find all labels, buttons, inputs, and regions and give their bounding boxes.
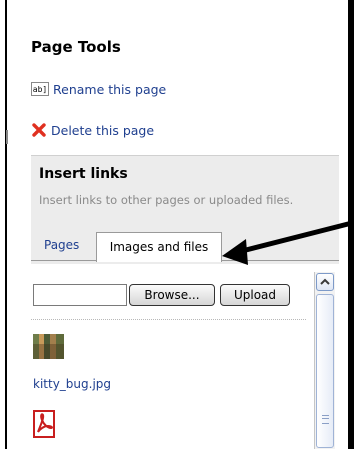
tab-images-and-files[interactable]: Images and files bbox=[96, 232, 222, 262]
right-frame-border bbox=[348, 0, 354, 449]
scroll-up-button[interactable] bbox=[316, 273, 334, 291]
rename-page-label: Rename this page bbox=[53, 81, 167, 97]
left-frame-border bbox=[0, 0, 8, 449]
browse-button[interactable]: Browse... bbox=[129, 284, 215, 306]
page-tools-title: Page Tools bbox=[31, 38, 121, 56]
insert-links-panel: Insert links Insert links to other pages… bbox=[31, 155, 339, 264]
grip-icon bbox=[322, 415, 329, 424]
rename-page-link[interactable]: ab] Rename this page bbox=[31, 80, 166, 98]
frame-tick bbox=[6, 130, 8, 144]
files-separator bbox=[31, 319, 306, 320]
insert-links-title: Insert links bbox=[39, 166, 128, 182]
delete-page-label: Delete this page bbox=[51, 122, 155, 138]
delete-x-icon bbox=[32, 123, 46, 137]
image-thumbnail[interactable] bbox=[33, 334, 64, 359]
chevron-up-icon bbox=[320, 278, 330, 285]
insert-links-description: Insert links to other pages or uploaded … bbox=[39, 193, 294, 207]
upload-button[interactable]: Upload bbox=[220, 284, 290, 306]
pdf-file-icon[interactable] bbox=[33, 410, 55, 438]
tab-pages[interactable]: Pages bbox=[44, 238, 79, 252]
file-path-input[interactable] bbox=[33, 284, 127, 306]
rename-icon: ab] bbox=[31, 82, 49, 96]
file-link-kitty-bug[interactable]: kitty_bug.jpg bbox=[33, 377, 111, 391]
delete-page-link[interactable]: Delete this page bbox=[31, 121, 154, 139]
scroll-thumb[interactable] bbox=[316, 294, 334, 448]
file-list-scrollbar[interactable] bbox=[314, 272, 335, 449]
